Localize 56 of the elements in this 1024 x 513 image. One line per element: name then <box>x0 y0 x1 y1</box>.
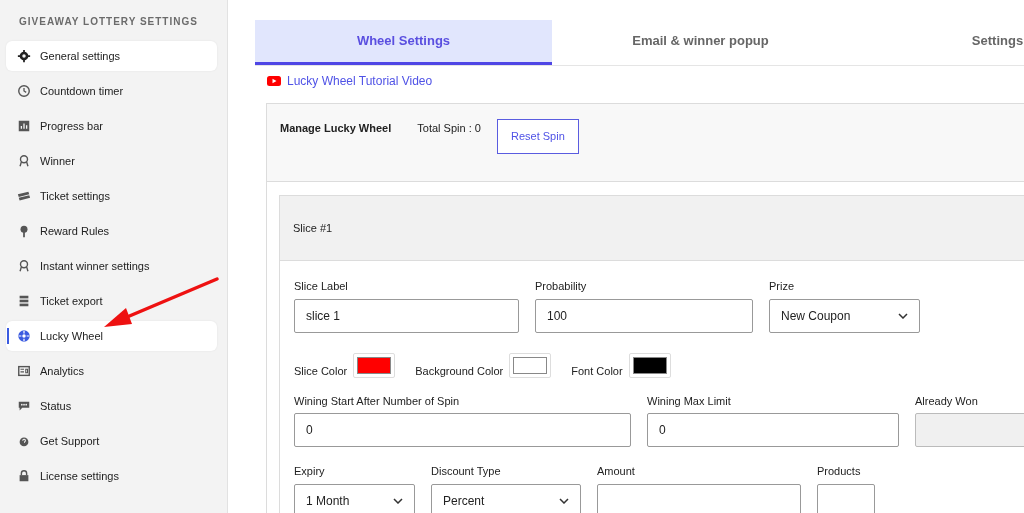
slice-title: Slice #1 <box>293 220 333 236</box>
field-label: Already Won <box>915 393 978 409</box>
wheel-icon <box>17 329 31 343</box>
sidebar-item[interactable]: License settings <box>6 461 217 491</box>
sidebar-item[interactable]: Lucky Wheel <box>6 321 217 351</box>
sidebar-item[interactable]: Reward Rules <box>6 216 217 246</box>
field-label: Amount <box>597 464 635 479</box>
sidebar-item[interactable]: General settings <box>6 41 217 71</box>
sidebar-item[interactable]: Analytics <box>6 356 217 386</box>
dashboard-icon <box>17 364 31 378</box>
sidebar-item[interactable]: Get Support <box>6 426 217 456</box>
input-field[interactable]: 100 <box>535 298 753 333</box>
sidebar-item[interactable]: Instant winner settings <box>6 251 217 281</box>
ribbon-icon <box>17 154 31 168</box>
tab[interactable]: Wheel Settings <box>255 20 552 65</box>
clock-icon <box>17 84 31 98</box>
field-label: Wining Start After Number of Spin <box>294 393 460 409</box>
sidebar-item[interactable]: Ticket settings <box>6 181 217 211</box>
sidebar-item[interactable]: Progress bar <box>6 111 217 141</box>
input-field[interactable] <box>597 483 801 513</box>
tickets-icon <box>17 189 31 203</box>
field-label: Slice Label <box>294 279 348 294</box>
input-field[interactable]: 0 <box>294 413 631 447</box>
field-label: Prize <box>769 279 795 294</box>
field-label: Wining Max Limit <box>647 393 731 409</box>
field-label: Discount Type <box>431 464 501 479</box>
field-label: Probability <box>535 279 587 294</box>
input-field[interactable]: 0 <box>647 413 899 447</box>
total-spin: Total Spin : 0 <box>417 121 481 136</box>
select-field[interactable]: New Coupon <box>769 298 920 333</box>
select-field[interactable]: Percent <box>431 483 581 513</box>
chart-icon <box>17 119 31 133</box>
database-icon <box>17 294 31 308</box>
chevron-down-icon <box>898 312 908 319</box>
manage-title: Manage Lucky Wheel <box>280 121 392 136</box>
tutorial-link[interactable]: Lucky Wheel Tutorial Video <box>267 72 433 90</box>
field-label: Expiry <box>294 464 325 479</box>
reset-spin-button[interactable]: Reset Spin <box>496 119 579 154</box>
input-field[interactable] <box>817 483 875 513</box>
sidebar-item[interactable]: Ticket export <box>6 286 217 316</box>
sidebar-title: GIVEAWAY LOTTERY SETTINGS <box>19 15 198 29</box>
video-play-icon <box>267 76 281 86</box>
sidebar-item[interactable]: Winner <box>6 146 217 176</box>
sidebar-item[interactable]: Status <box>6 391 217 421</box>
field-label: Slice Color <box>294 364 348 379</box>
input-field[interactable]: slice 1 <box>294 298 519 333</box>
ribbon-icon <box>17 259 31 273</box>
field-label: Font Color <box>571 364 623 379</box>
chevron-down-icon <box>393 497 403 504</box>
field-label: Products <box>817 464 861 479</box>
sidebar-item[interactable]: Countdown timer <box>6 76 217 106</box>
select-field[interactable]: 1 Month <box>294 483 415 513</box>
chevron-down-icon <box>559 497 569 504</box>
speech-bubble-icon <box>17 399 31 413</box>
lock-icon <box>17 469 31 483</box>
field-label: Background Color <box>415 364 504 379</box>
